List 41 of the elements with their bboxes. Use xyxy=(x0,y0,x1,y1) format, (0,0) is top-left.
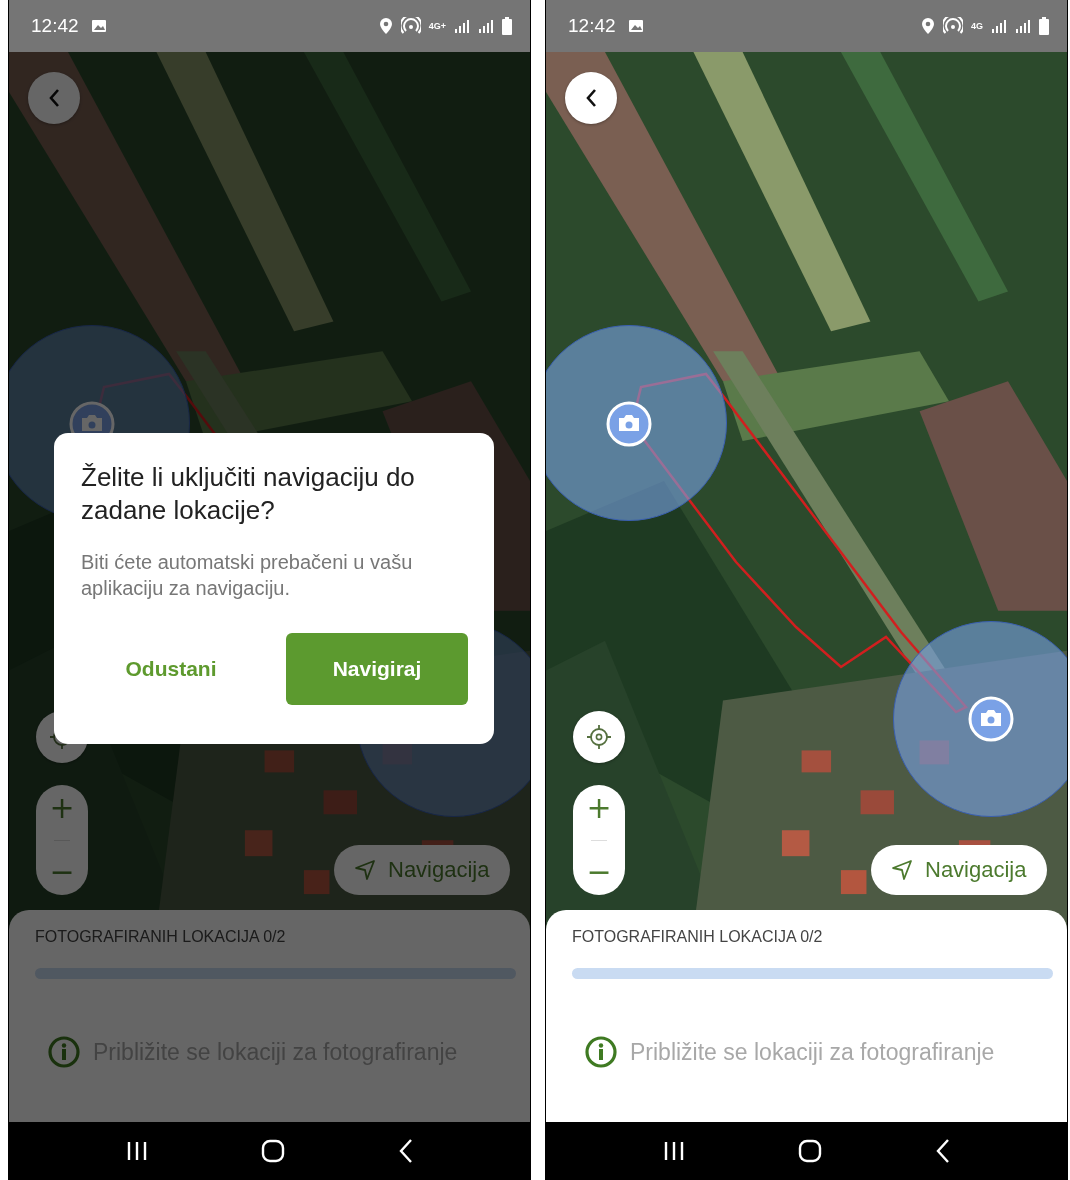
location-pin-icon xyxy=(378,17,393,35)
back-icon[interactable] xyxy=(397,1138,414,1164)
signal-icon xyxy=(454,18,470,34)
progress-title: FOTOGRAFIRANIH LOKACIJA 0/2 xyxy=(35,928,287,946)
progress-title: FOTOGRAFIRANIH LOKACIJA 0/2 xyxy=(572,928,824,946)
info-icon xyxy=(47,1035,81,1069)
zoom-out-button[interactable]: − xyxy=(579,855,619,889)
back-chevron-icon xyxy=(584,87,598,109)
battery-icon xyxy=(1039,17,1049,35)
signal-icon xyxy=(478,18,494,34)
clock-time: 12:42 xyxy=(568,15,616,37)
signal-icon xyxy=(991,18,1007,34)
cancel-button[interactable]: Odustani xyxy=(81,633,261,705)
network-type: 4G+ xyxy=(428,21,446,31)
hotspot-icon xyxy=(943,17,963,35)
signal-icon xyxy=(1015,18,1031,34)
hotspot-icon xyxy=(400,17,421,35)
image-icon xyxy=(627,19,644,33)
zoom-in-button[interactable]: + xyxy=(579,791,619,825)
image-icon xyxy=(90,19,107,33)
back-chevron-icon xyxy=(47,87,61,109)
navigation-arrow-icon xyxy=(354,859,376,881)
clock-time: 12:42 xyxy=(31,15,79,37)
location-pin-icon xyxy=(921,17,935,35)
home-icon[interactable] xyxy=(798,1139,823,1163)
camera-marker-icon[interactable] xyxy=(967,695,1015,743)
navigation-button[interactable]: Navigacija xyxy=(334,845,510,895)
network-type: 4G xyxy=(971,21,983,31)
back-icon[interactable] xyxy=(934,1138,951,1164)
battery-icon xyxy=(502,17,512,35)
home-icon[interactable] xyxy=(261,1139,286,1163)
info-icon xyxy=(584,1035,618,1069)
zoom-in-button[interactable]: + xyxy=(42,791,82,825)
dialog-title: Želite li uključiti navigaciju do zadane lokacije? xyxy=(81,461,416,527)
zoom-out-button[interactable]: − xyxy=(42,855,82,889)
hint-text: Približite se lokaciji za fotografiranje xyxy=(630,1038,995,1066)
navigation-arrow-icon xyxy=(891,859,913,881)
navigation-button[interactable]: Navigacija xyxy=(871,845,1047,895)
confirm-button[interactable]: Navigiraj xyxy=(286,633,468,705)
camera-marker-icon[interactable] xyxy=(605,400,653,448)
dialog-message: Biti ćete automatski prebačeni u vašu aplikaciju za navigaciju. xyxy=(81,550,414,601)
